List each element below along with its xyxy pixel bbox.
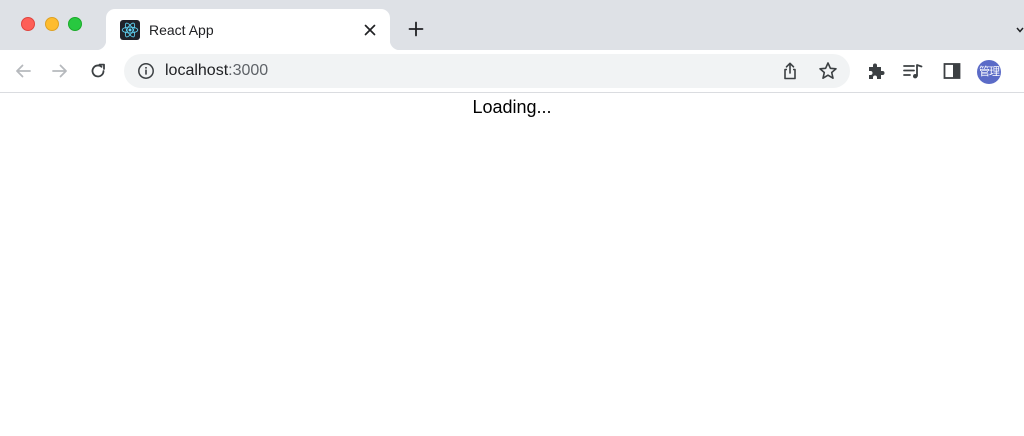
- side-panel-icon: [943, 63, 961, 79]
- url-text[interactable]: localhost:3000: [165, 62, 268, 80]
- back-button[interactable]: [9, 57, 37, 85]
- url-host: localhost: [165, 62, 229, 79]
- side-panel-button[interactable]: [941, 60, 963, 82]
- address-bar[interactable]: localhost:3000: [124, 54, 850, 88]
- fullscreen-window-button[interactable]: [68, 17, 82, 31]
- extensions-button[interactable]: [865, 60, 887, 82]
- back-arrow-icon: [16, 64, 31, 78]
- forward-button[interactable]: [46, 57, 74, 85]
- minimize-window-button[interactable]: [45, 17, 59, 31]
- reload-button[interactable]: [84, 57, 112, 85]
- reload-icon: [91, 63, 105, 78]
- browser-toolbar: localhost:3000 管理: [0, 50, 1024, 93]
- plus-icon: [408, 21, 424, 37]
- tab-title: React App: [149, 22, 214, 38]
- url-port: :3000: [228, 62, 269, 79]
- loading-message: Loading...: [472, 97, 552, 117]
- media-queue-icon: [903, 64, 923, 79]
- browser-tab-active[interactable]: React App: [96, 9, 400, 50]
- info-icon[interactable]: [137, 62, 155, 80]
- close-tab-button[interactable]: [358, 18, 382, 42]
- tab-search-chevron-icon[interactable]: [1016, 26, 1024, 34]
- forward-arrow-icon: [52, 64, 67, 78]
- share-icon[interactable]: [780, 61, 800, 81]
- react-logo-icon: [120, 20, 140, 40]
- close-icon: [364, 24, 376, 36]
- page-content: Loading...: [0, 94, 1024, 436]
- media-queue-button[interactable]: [902, 60, 924, 82]
- profile-avatar[interactable]: 管理: [977, 60, 1001, 84]
- close-window-button[interactable]: [21, 17, 35, 31]
- star-icon[interactable]: [818, 61, 838, 81]
- new-tab-button[interactable]: [404, 17, 428, 41]
- tab-strip: React App: [0, 0, 1024, 50]
- extensions-puzzle-icon: [869, 63, 885, 79]
